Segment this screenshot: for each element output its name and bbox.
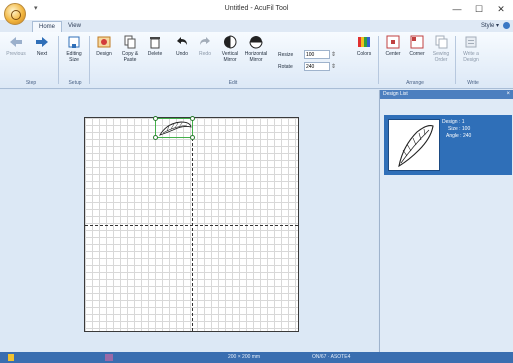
copy-icon	[124, 35, 136, 49]
design-thumbnail	[388, 119, 440, 171]
ribbon: Previous Next Editing Size Design Copy &…	[0, 32, 513, 89]
sewing-order-icon	[435, 35, 448, 49]
next-label: Next	[36, 51, 48, 57]
rotate-spinner-icon[interactable]: ⇕	[331, 63, 336, 70]
horizontal-center-line	[85, 225, 298, 226]
sewing-order-label: Sewing Order	[432, 51, 450, 63]
copy-paste-label: Copy & Paste	[121, 51, 139, 63]
position-status: ON/67 · ASOTE4	[312, 354, 351, 360]
undo-button[interactable]: Undo	[170, 35, 194, 57]
horizontal-mirror-label: Horizontal Mirror	[244, 51, 268, 63]
group-separator	[58, 36, 59, 84]
hoop-size-icon	[68, 36, 80, 48]
application-menu-button[interactable]	[4, 3, 26, 25]
delete-button[interactable]: Delete	[143, 35, 167, 57]
rotate-control: Rotate ⇕	[278, 62, 348, 72]
corner-label: Corner	[409, 51, 425, 57]
group-separator	[455, 36, 456, 84]
editing-canvas[interactable]	[0, 90, 378, 352]
group-label-write: Write	[467, 80, 479, 86]
design-list-header: Design List ×	[380, 90, 513, 99]
group-label-step: Step	[25, 80, 37, 86]
next-button[interactable]: Next	[30, 35, 54, 57]
colors-button[interactable]: Colors	[352, 35, 376, 57]
trash-icon	[150, 37, 160, 49]
design-list-panel: Design List × Design : 1 Size : 100 Angl…	[379, 90, 513, 352]
design-number: Design : 1	[442, 119, 465, 125]
resize-handle-top-left[interactable]	[153, 116, 158, 121]
group-separator	[89, 36, 90, 84]
previous-button[interactable]: Previous	[4, 35, 28, 57]
feather-design-icon	[159, 121, 192, 136]
rotate-input[interactable]	[304, 62, 330, 71]
horizontal-mirror-button[interactable]: Horizontal Mirror	[244, 35, 268, 63]
sewing-order-button[interactable]: Sewing Order	[429, 35, 453, 63]
resize-control: Resize ⇕	[278, 50, 348, 60]
redo-button[interactable]: Redo	[193, 35, 217, 57]
hoop-grid[interactable]	[84, 116, 299, 332]
color-palette-icon	[358, 37, 370, 47]
design-info: Design : 1 Size : 100 Angle : 240	[442, 119, 471, 140]
group-label-setup: Setup	[68, 80, 82, 86]
center-button[interactable]: Center	[381, 35, 405, 57]
hoop-size-status: 200 × 200 mm	[228, 354, 261, 360]
ribbon-tab-row: Home View Style ▾	[0, 20, 513, 32]
write-design-icon	[465, 36, 477, 48]
design-list-item[interactable]: Design : 1 Size : 100 Angle : 240	[384, 115, 512, 175]
resize-spinner-icon[interactable]: ⇕	[331, 51, 336, 58]
resize-handle-bottom-left[interactable]	[153, 135, 158, 140]
style-menu[interactable]: Style ▾	[481, 22, 499, 29]
editing-size-button[interactable]: Editing Size	[62, 35, 86, 63]
undo-label: Undo	[176, 51, 188, 57]
status-indicator-icon	[8, 354, 14, 361]
design-selection-box[interactable]	[153, 116, 195, 140]
undo-icon	[177, 37, 187, 45]
tab-view[interactable]: View	[62, 21, 87, 32]
design-label: Design	[96, 51, 112, 57]
delete-label: Delete	[147, 51, 163, 57]
design-button[interactable]: Design	[92, 35, 116, 57]
redo-label: Redo	[199, 51, 211, 57]
design-angle: Angle : 240	[446, 133, 472, 139]
center-icon	[386, 35, 400, 49]
group-label-edit: Edit	[228, 80, 238, 86]
horizontal-mirror-icon	[249, 36, 263, 49]
feather-thumbnail-icon	[398, 125, 434, 168]
vertical-mirror-button[interactable]: Vertical Mirror	[218, 35, 242, 63]
tab-home[interactable]: Home	[32, 21, 63, 32]
thread-color-icon	[105, 354, 113, 361]
status-bar: 200 × 200 mm ON/67 · ASOTE4	[0, 352, 513, 363]
design-list-title: Design List	[383, 91, 408, 97]
corner-button[interactable]: Corner	[405, 35, 429, 57]
editing-size-label: Editing Size	[66, 51, 82, 63]
resize-handle-top-right[interactable]	[190, 116, 195, 121]
redo-icon	[200, 37, 210, 45]
window-title: Untitled - AcuFil Tool	[224, 5, 289, 12]
vertical-mirror-label: Vertical Mirror	[221, 51, 239, 63]
group-separator	[378, 36, 379, 84]
vertical-mirror-icon	[224, 35, 237, 49]
arrow-right-icon	[36, 37, 48, 47]
colors-label: Colors	[356, 51, 372, 57]
design-size: Size : 100	[448, 126, 471, 132]
rotate-label: Rotate	[278, 64, 293, 70]
arrow-left-icon	[10, 37, 22, 47]
center-label: Center	[385, 51, 401, 57]
maximize-button[interactable]: ☐	[470, 3, 488, 15]
help-icon[interactable]	[503, 22, 510, 29]
title-bar: ▾ Untitled - AcuFil Tool — ☐ ✕	[0, 0, 513, 20]
resize-input[interactable]	[304, 50, 330, 59]
corner-icon	[410, 35, 424, 49]
group-label-arrange: Arrange	[406, 80, 424, 86]
close-button[interactable]: ✕	[492, 3, 510, 15]
resize-label: Resize	[278, 52, 294, 58]
write-design-label: Write a Design	[463, 51, 479, 63]
previous-label: Previous	[6, 51, 26, 57]
design-icon	[97, 36, 111, 48]
write-design-button[interactable]: Write a Design	[459, 35, 483, 63]
resize-handle-bottom-right[interactable]	[190, 135, 195, 140]
panel-close-icon[interactable]: ×	[506, 90, 510, 99]
copy-paste-button[interactable]: Copy & Paste	[118, 35, 142, 63]
minimize-button[interactable]: —	[448, 3, 466, 15]
